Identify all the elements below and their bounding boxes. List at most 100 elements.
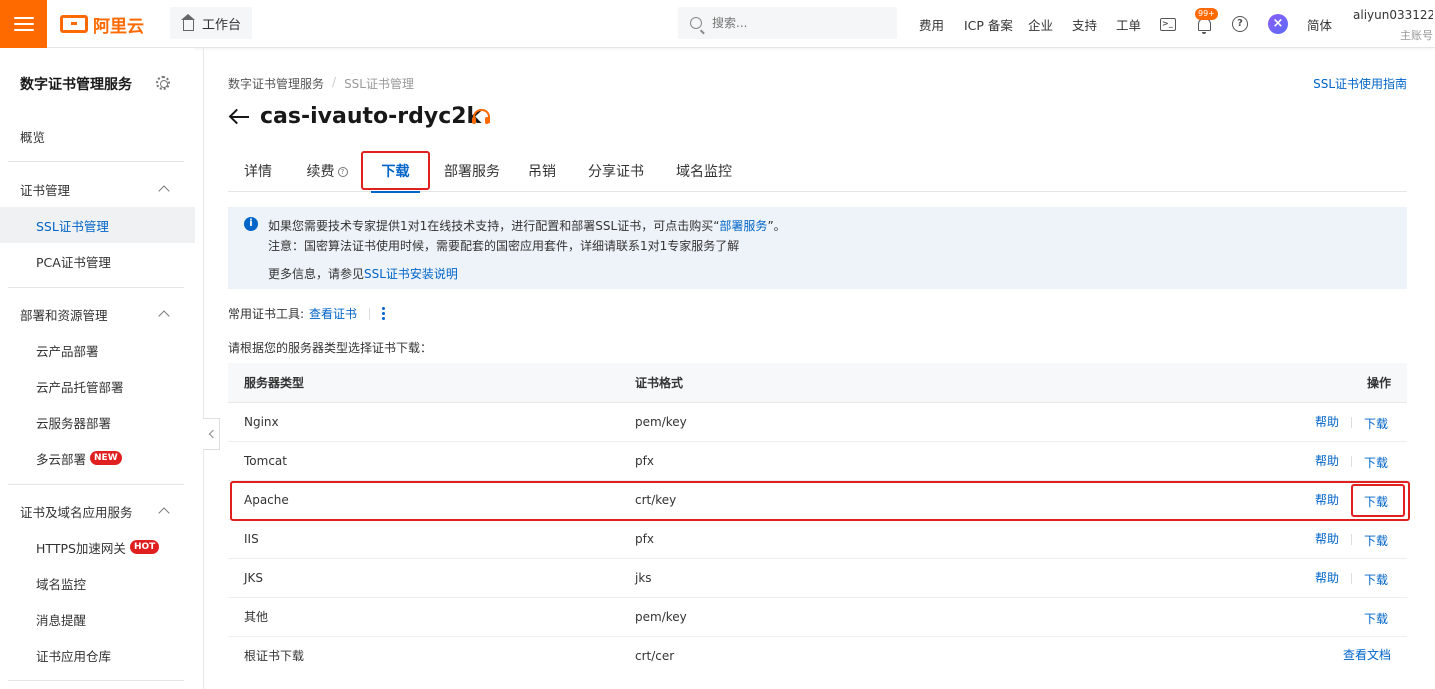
sidebar-item-domain-monitor[interactable]: 域名监控 bbox=[0, 565, 195, 601]
aliyun-logo[interactable]: 阿里云 bbox=[60, 12, 144, 37]
sidebar-item-overview[interactable]: 概览 bbox=[0, 118, 195, 154]
help-link[interactable]: 帮助 bbox=[1315, 491, 1339, 508]
breadcrumb-separator: / bbox=[332, 75, 337, 89]
menu-button[interactable] bbox=[0, 0, 47, 48]
hot-badge: HOT bbox=[129, 540, 160, 554]
table-row-apache: Apache crt/key 帮助 下载 bbox=[228, 481, 1407, 520]
row-actions: 查看文档 bbox=[1343, 637, 1391, 676]
tab-download[interactable]: 下载 bbox=[363, 152, 428, 193]
back-arrow-icon[interactable] bbox=[229, 108, 251, 126]
group-label: 部署和资源管理 bbox=[20, 307, 108, 323]
question-icon[interactable]: ? bbox=[337, 167, 348, 177]
notice-line-2: 注意：国密算法证书使用时候，需要配套的国密应用套件，详细请联系1对1专家服务了解 bbox=[268, 239, 740, 253]
download-link-nginx[interactable]: 下载 bbox=[1364, 415, 1388, 432]
search-input[interactable] bbox=[712, 16, 882, 30]
download-link-apache[interactable]: 下载 bbox=[1364, 493, 1388, 510]
nav-ticket[interactable]: 工单 bbox=[1116, 0, 1141, 48]
view-docs-link[interactable]: 查看文档 bbox=[1343, 646, 1391, 663]
tools-label: 常用证书工具: bbox=[228, 307, 305, 321]
sidebar-item-multicloud-deploy[interactable]: 多云部署 NEW bbox=[0, 440, 195, 476]
notice-line-3: 更多信息，请参见SSL证书安装说明 bbox=[268, 264, 1407, 284]
download-link-tomcat[interactable]: 下载 bbox=[1364, 454, 1388, 471]
sidebar-item-cert-repository[interactable]: 证书应用仓库 bbox=[0, 637, 195, 673]
ssl-guide-link[interactable]: SSL证书使用指南 bbox=[1300, 75, 1407, 92]
sidebar-border bbox=[203, 48, 204, 689]
help-button[interactable]: ? bbox=[1230, 14, 1250, 34]
ai-assistant-button[interactable]: × bbox=[1268, 14, 1288, 34]
nav-billing[interactable]: 费用 bbox=[919, 0, 944, 48]
header-server-type: 服务器类型 bbox=[244, 376, 305, 390]
gear-icon[interactable] bbox=[156, 76, 170, 90]
workbench-label: 工作台 bbox=[202, 17, 242, 33]
table-row-other: 其他 pem/key 下载 bbox=[228, 598, 1407, 637]
header-actions: 操作 bbox=[1366, 376, 1391, 390]
help-link[interactable]: 帮助 bbox=[1315, 413, 1339, 430]
sidebar-group-domain-services[interactable]: 证书及域名应用服务 bbox=[0, 493, 195, 529]
sidebar-item-message-alert[interactable]: 消息提醒 bbox=[0, 601, 195, 637]
terminal-button[interactable]: >_ bbox=[1158, 14, 1178, 34]
workbench-button[interactable]: 工作台 bbox=[170, 7, 252, 39]
chevron-left-icon bbox=[208, 429, 217, 439]
sidebar-item-https-gateway[interactable]: HTTPS加速网关 HOT bbox=[0, 529, 195, 565]
info-icon: i bbox=[244, 217, 258, 231]
sidebar-group-cert-management[interactable]: 证书管理 bbox=[0, 171, 195, 207]
sidebar-item-server-deploy[interactable]: 云服务器部署 bbox=[0, 404, 195, 440]
breadcrumb-item-service[interactable]: 数字证书管理服务 bbox=[228, 75, 324, 92]
tab-domain-monitor[interactable]: 域名监控 bbox=[666, 152, 742, 192]
download-link-jks[interactable]: 下载 bbox=[1364, 571, 1388, 588]
cert-format: pfx bbox=[635, 532, 654, 546]
view-cert-link[interactable]: 查看证书 bbox=[309, 305, 357, 322]
help-link[interactable]: 帮助 bbox=[1315, 452, 1339, 469]
top-bar: 阿里云 工作台 费用 ICP 备案 企业 支持 工单 >_ 99+ ? × 简体… bbox=[0, 0, 1435, 48]
nav-support[interactable]: 支持 bbox=[1072, 0, 1097, 48]
chevron-up-icon bbox=[158, 310, 170, 322]
action-divider bbox=[1350, 534, 1352, 545]
tab-details[interactable]: 详情 bbox=[228, 152, 288, 192]
cert-format: crt/key bbox=[635, 493, 677, 507]
sidebar-item-managed-deploy[interactable]: 云产品托管部署 bbox=[0, 368, 195, 404]
tab-bar: 详情 续费? 下载 部署服务 吊销 分享证书 域名监控 bbox=[228, 152, 1407, 193]
account-menu[interactable]: aliyun033122... 主账号 bbox=[1353, 8, 1433, 43]
help-link[interactable]: 帮助 bbox=[1315, 530, 1339, 547]
table-row-tomcat: Tomcat pfx 帮助 下载 bbox=[228, 442, 1407, 481]
sidebar-item-pca-cert[interactable]: PCA证书管理 bbox=[0, 243, 195, 279]
sidebar-collapse-button[interactable] bbox=[203, 418, 220, 450]
breadcrumb: 数字证书管理服务 / SSL证书管理 bbox=[228, 75, 414, 92]
server-type: Apache bbox=[244, 493, 289, 507]
sidebar-item-ssl-cert[interactable]: SSL证书管理 bbox=[0, 207, 195, 243]
sidebar-group-deploy[interactable]: 部署和资源管理 bbox=[0, 296, 195, 332]
search-box[interactable] bbox=[678, 7, 897, 39]
nav-icp[interactable]: ICP 备案 bbox=[964, 0, 1013, 48]
tab-label: 续费 bbox=[306, 164, 335, 180]
download-table: 服务器类型 证书格式 操作 Nginx pem/key 帮助 下载 Tomcat … bbox=[228, 363, 1407, 676]
action-divider bbox=[1350, 573, 1352, 584]
tab-deploy-service[interactable]: 部署服务 bbox=[434, 152, 510, 192]
row-actions: 帮助 下载 bbox=[1315, 403, 1388, 442]
breadcrumb-item-current: SSL证书管理 bbox=[344, 77, 414, 91]
sidebar-divider bbox=[8, 484, 184, 485]
headset-icon[interactable] bbox=[471, 108, 491, 128]
help-link[interactable]: 帮助 bbox=[1315, 569, 1339, 586]
table-header: 服务器类型 证书格式 操作 bbox=[228, 363, 1407, 403]
sidebar-title: 数字证书管理服务 bbox=[20, 77, 132, 93]
terminal-icon: >_ bbox=[1160, 17, 1176, 31]
question-icon: ? bbox=[1232, 16, 1248, 32]
server-type: Nginx bbox=[244, 415, 279, 429]
account-type: 主账号 bbox=[1400, 29, 1433, 42]
tab-renew[interactable]: 续费? bbox=[296, 152, 358, 192]
install-guide-link[interactable]: SSL证书安装说明 bbox=[364, 267, 458, 281]
download-link-iis[interactable]: 下载 bbox=[1364, 532, 1388, 549]
download-link-other[interactable]: 下载 bbox=[1364, 610, 1388, 627]
deploy-service-link[interactable]: 部署服务 bbox=[719, 219, 767, 233]
cert-format: crt/cer bbox=[635, 649, 675, 663]
tab-share-cert[interactable]: 分享证书 bbox=[578, 152, 654, 192]
sidebar-item-cloud-product-deploy[interactable]: 云产品部署 bbox=[0, 332, 195, 368]
tools-divider bbox=[369, 307, 371, 320]
server-type: Tomcat bbox=[244, 454, 287, 468]
tab-revoke[interactable]: 吊销 bbox=[518, 152, 566, 192]
table-row-nginx: Nginx pem/key 帮助 下载 bbox=[228, 403, 1407, 442]
more-vertical-icon[interactable] bbox=[382, 307, 386, 320]
nav-enterprise[interactable]: 企业 bbox=[1028, 0, 1053, 48]
language-switch[interactable]: 简体 bbox=[1307, 0, 1332, 48]
sidebar-divider bbox=[8, 287, 184, 288]
